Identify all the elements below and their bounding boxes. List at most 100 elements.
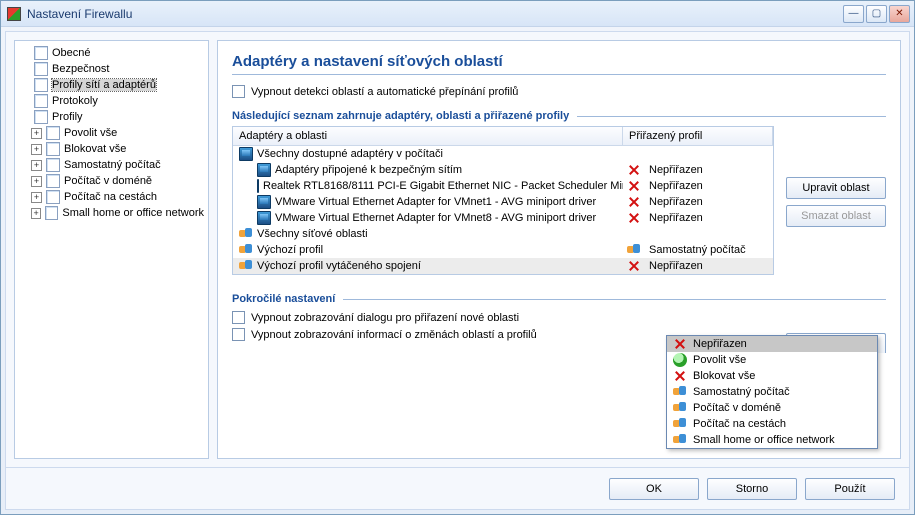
page-icon — [46, 126, 60, 140]
expander-icon[interactable]: + — [31, 176, 42, 187]
people-icon — [673, 417, 687, 431]
expander-icon[interactable]: + — [31, 144, 42, 155]
apply-button[interactable]: Použít — [805, 478, 895, 500]
page-icon — [34, 46, 48, 60]
adapter-label: VMware Virtual Ethernet Adapter for VMne… — [275, 196, 596, 208]
titlebar[interactable]: Nastavení Firewallu — ▢ ✕ — [1, 1, 914, 27]
profile-option[interactable]: Blokovat vše — [667, 368, 877, 384]
main-panel: Adaptéry a nastavení síťových oblastí Vy… — [217, 40, 901, 459]
disable-info-label: Vypnout zobrazování informací o změnách … — [251, 329, 537, 341]
maximize-button[interactable]: ▢ — [866, 5, 887, 23]
sidebar-item-label: Small home or office network — [62, 207, 204, 219]
sidebar-item-label: Bezpečnost — [52, 63, 109, 75]
client-area: Obecné Bezpečnost Profily sítí a adaptérů P… — [5, 31, 910, 510]
profile-option[interactable]: Small home or office network — [667, 432, 877, 448]
page-icon — [46, 158, 60, 172]
people-icon — [673, 433, 687, 447]
delete-area-button[interactable]: Smazat oblast — [786, 205, 886, 227]
table-row[interactable]: Adaptéry připojené k bezpečným sítímNepř… — [233, 162, 773, 178]
page-icon — [34, 94, 48, 108]
expander-icon[interactable]: + — [31, 128, 42, 139]
adapters-table[interactable]: Adaptéry a oblasti Přiřazený profil Všec… — [232, 126, 774, 275]
sidebar-item-label: Počítač v doméně — [64, 175, 152, 187]
profile-label: Nepřiřazen — [649, 196, 703, 208]
redx-icon — [627, 259, 641, 273]
sidebar-item-10[interactable]: + Small home or office network — [29, 205, 206, 221]
sidebar-item-3[interactable]: Protokoly — [17, 93, 206, 109]
table-row[interactable]: Výchozí profil vytáčeného spojeníNepřiřa… — [233, 258, 773, 274]
table-row[interactable]: Výchozí profilSamostatný počítač — [233, 242, 773, 258]
profile-option[interactable]: Počítač v doméně — [667, 400, 877, 416]
expander-icon[interactable]: + — [31, 208, 41, 219]
ok-button[interactable]: OK — [609, 478, 699, 500]
people-icon — [673, 401, 687, 415]
sidebar-item-8[interactable]: + Počítač v doméně — [29, 173, 206, 189]
adapter-label: Realtek RTL8168/8111 PCI-E Gigabit Ether… — [263, 180, 623, 192]
green-icon — [673, 353, 687, 367]
disable-info-checkbox[interactable] — [232, 328, 245, 341]
sidebar-item-1[interactable]: Bezpečnost — [17, 61, 206, 77]
expander-icon[interactable]: + — [31, 160, 42, 171]
sidebar-item-4[interactable]: Profily — [17, 109, 206, 125]
disable-detection-row[interactable]: Vypnout detekci oblastí a automatické př… — [232, 83, 886, 100]
minimize-button[interactable]: — — [843, 5, 864, 23]
sidebar-item-9[interactable]: + Počítač na cestách — [29, 189, 206, 205]
profile-dropdown[interactable]: NepřiřazenPovolit všeBlokovat všeSamosta… — [666, 335, 878, 449]
profile-option-label: Počítač na cestách — [693, 418, 786, 430]
page-icon — [46, 142, 60, 156]
monitor-icon — [257, 163, 271, 177]
dialog-footer: OK Storno Použít — [6, 467, 909, 509]
table-row[interactable]: VMware Virtual Ethernet Adapter for VMne… — [233, 194, 773, 210]
profile-option[interactable]: Počítač na cestách — [667, 416, 877, 432]
close-button[interactable]: ✕ — [889, 5, 910, 23]
edit-area-button[interactable]: Upravit oblast — [786, 177, 886, 199]
sidebar-item-7[interactable]: + Samostatný počítač — [29, 157, 206, 173]
page-title: Adaptéry a nastavení síťových oblastí — [232, 53, 886, 75]
monitor-icon — [239, 147, 253, 161]
page-icon — [34, 110, 48, 124]
profile-option[interactable]: Nepřiřazen — [667, 336, 877, 352]
col-adapters[interactable]: Adaptéry a oblasti — [233, 127, 623, 145]
sidebar-item-label: Profily sítí a adaptérů — [52, 79, 156, 91]
table-row[interactable]: Všechny síťové oblasti — [233, 226, 773, 242]
redx-icon — [627, 195, 641, 209]
sidebar-item-6[interactable]: + Blokovat vše — [29, 141, 206, 157]
adapter-label: Všechny síťové oblasti — [257, 228, 368, 240]
sidebar-tree[interactable]: Obecné Bezpečnost Profily sítí a adaptérů P… — [14, 40, 209, 459]
profile-label: Nepřiřazen — [649, 164, 703, 176]
disable-detection-label: Vypnout detekci oblastí a automatické př… — [251, 86, 518, 98]
sidebar-item-label: Povolit vše — [64, 127, 117, 139]
profile-option-label: Počítač v doméně — [693, 402, 781, 414]
disable-detection-checkbox[interactable] — [232, 85, 245, 98]
disable-dialog-row[interactable]: Vypnout zobrazování dialogu pro přiřazen… — [232, 309, 886, 326]
sidebar-item-label: Protokoly — [52, 95, 98, 107]
sidebar-item-5[interactable]: + Povolit vše — [29, 125, 206, 141]
people-icon — [239, 259, 253, 273]
table-row[interactable]: VMware Virtual Ethernet Adapter for VMne… — [233, 210, 773, 226]
page-icon — [45, 206, 58, 220]
sidebar-item-label: Samostatný počítač — [64, 159, 161, 171]
table-header: Adaptéry a oblasti Přiřazený profil — [233, 127, 773, 146]
profile-option[interactable]: Samostatný počítač — [667, 384, 877, 400]
expander-icon[interactable]: + — [31, 192, 42, 203]
profile-label: Nepřiřazen — [649, 212, 703, 224]
monitor-icon — [257, 195, 271, 209]
adapter-label: VMware Virtual Ethernet Adapter for VMne… — [275, 212, 596, 224]
profile-option[interactable]: Povolit vše — [667, 352, 877, 368]
sidebar-item-2[interactable]: Profily sítí a adaptérů — [17, 77, 206, 93]
sidebar-item-label: Blokovat vše — [64, 143, 126, 155]
profile-option-label: Small home or office network — [693, 434, 835, 446]
cancel-button[interactable]: Storno — [707, 478, 797, 500]
sidebar-item-label: Počítač na cestách — [64, 191, 157, 203]
monitor-icon — [257, 211, 271, 225]
table-row[interactable]: Všechny dostupné adaptéry v počítači — [233, 146, 773, 162]
people-icon — [627, 243, 641, 257]
window-title: Nastavení Firewallu — [27, 7, 132, 21]
people-icon — [239, 227, 253, 241]
sidebar-item-0[interactable]: Obecné — [17, 45, 206, 61]
adapters-heading: Následující seznam zahrnuje adaptéry, ob… — [232, 110, 886, 122]
table-row[interactable]: Realtek RTL8168/8111 PCI-E Gigabit Ether… — [233, 178, 773, 194]
disable-dialog-checkbox[interactable] — [232, 311, 245, 324]
col-profile[interactable]: Přiřazený profil — [623, 127, 773, 145]
people-icon — [673, 385, 687, 399]
